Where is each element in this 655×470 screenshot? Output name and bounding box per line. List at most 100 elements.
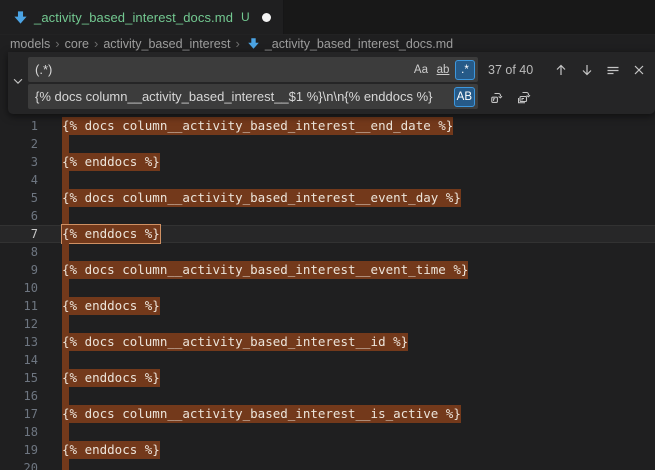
editor-line[interactable]: 4 bbox=[0, 171, 655, 189]
tab-filename: _activity_based_interest_docs.md bbox=[34, 10, 233, 25]
find-match-highlight: {% enddocs %} bbox=[62, 369, 160, 387]
replace-input[interactable]: {% docs column__activity_based_interest_… bbox=[28, 84, 478, 109]
line-number[interactable]: 6 bbox=[0, 207, 38, 225]
line-number[interactable]: 9 bbox=[0, 261, 38, 279]
whole-word-toggle[interactable]: ab bbox=[433, 60, 453, 80]
line-number[interactable]: 4 bbox=[0, 171, 38, 189]
line-content bbox=[38, 207, 69, 225]
editor-line[interactable]: 16 bbox=[0, 387, 655, 405]
tab-bar: _activity_based_interest_docs.md U bbox=[0, 0, 655, 35]
markdown-file-icon bbox=[247, 37, 260, 50]
next-match-button[interactable] bbox=[576, 59, 597, 80]
line-number[interactable]: 20 bbox=[0, 459, 38, 470]
line-number[interactable]: 7 bbox=[0, 225, 38, 243]
chevron-down-icon bbox=[11, 74, 25, 93]
line-content bbox=[38, 135, 69, 153]
find-match-highlight bbox=[62, 459, 69, 470]
editor-line[interactable]: 17 {% docs column__activity_based_interes… bbox=[0, 405, 655, 423]
find-in-selection-button[interactable] bbox=[602, 59, 623, 80]
tab-active[interactable]: _activity_based_interest_docs.md U bbox=[0, 0, 284, 34]
line-content bbox=[38, 387, 69, 405]
find-match-highlight bbox=[62, 351, 69, 369]
breadcrumb-item[interactable]: _activity_based_interest_docs.md bbox=[265, 37, 453, 51]
match-case-toggle[interactable]: Aa bbox=[411, 60, 431, 80]
line-content bbox=[38, 279, 69, 297]
line-number[interactable]: 12 bbox=[0, 315, 38, 333]
line-content: {% enddocs %} bbox=[38, 153, 160, 171]
editor-line[interactable]: 2 bbox=[0, 135, 655, 153]
line-content bbox=[38, 459, 69, 470]
line-number[interactable]: 3 bbox=[0, 153, 38, 171]
editor-line[interactable]: 11 {% enddocs %} bbox=[0, 297, 655, 315]
editor-line[interactable]: 12 bbox=[0, 315, 655, 333]
find-match-highlight bbox=[62, 135, 69, 153]
breadcrumb-separator: › bbox=[233, 36, 241, 51]
breadcrumb-separator: › bbox=[92, 36, 100, 51]
find-match-highlight: {% docs column__activity_based_interest_… bbox=[62, 405, 461, 423]
line-content bbox=[38, 351, 69, 369]
line-number[interactable]: 19 bbox=[0, 441, 38, 459]
markdown-file-icon bbox=[13, 10, 28, 25]
editor-line[interactable]: 8 bbox=[0, 243, 655, 261]
line-content: {% enddocs %} bbox=[38, 441, 160, 459]
breadcrumb-item[interactable]: models bbox=[10, 37, 50, 51]
editor-line[interactable]: 5 {% docs column__activity_based_interest… bbox=[0, 189, 655, 207]
editor-line[interactable]: 10 bbox=[0, 279, 655, 297]
line-number[interactable]: 2 bbox=[0, 135, 38, 153]
line-number[interactable]: 10 bbox=[0, 279, 38, 297]
find-match-highlight bbox=[62, 387, 69, 405]
replace-all-icon bbox=[516, 89, 532, 105]
breadcrumb-item[interactable]: core bbox=[65, 37, 89, 51]
replace-one-button[interactable] bbox=[486, 86, 507, 107]
close-icon bbox=[631, 62, 647, 78]
replace-all-button[interactable] bbox=[513, 86, 534, 107]
editor-line[interactable]: 20 bbox=[0, 459, 655, 470]
line-content bbox=[38, 315, 69, 333]
editor-line[interactable]: 13 {% docs column__activity_based_interes… bbox=[0, 333, 655, 351]
editor-line[interactable]: 1 {% docs column__activity_based_interest… bbox=[0, 117, 655, 135]
arrow-up-icon bbox=[553, 62, 569, 78]
toggle-replace-button[interactable] bbox=[8, 52, 28, 114]
find-match-highlight: {% docs column__activity_based_interest_… bbox=[62, 189, 461, 207]
find-match-highlight: {% docs column__activity_based_interest_… bbox=[62, 117, 453, 135]
line-content: {% enddocs %} bbox=[38, 297, 160, 315]
editor-line[interactable]: 19{% enddocs %} bbox=[0, 441, 655, 459]
editor-line[interactable]: 9 {% docs column__activity_based_interest… bbox=[0, 261, 655, 279]
editor-line[interactable]: 18 bbox=[0, 423, 655, 441]
find-match-highlight: {% docs column__activity_based_interest_… bbox=[62, 333, 408, 351]
line-number[interactable]: 17 bbox=[0, 405, 38, 423]
find-query: (.*) bbox=[35, 62, 407, 77]
editor-line[interactable]: 15 {% enddocs %} bbox=[0, 369, 655, 387]
line-number[interactable]: 13 bbox=[0, 333, 38, 351]
line-number[interactable]: 15 bbox=[0, 369, 38, 387]
line-number[interactable]: 18 bbox=[0, 423, 38, 441]
line-number[interactable]: 16 bbox=[0, 387, 38, 405]
breadcrumb-item[interactable]: activity_based_interest bbox=[103, 37, 230, 51]
line-number[interactable]: 14 bbox=[0, 351, 38, 369]
line-number[interactable]: 1 bbox=[0, 117, 38, 135]
editor-pane[interactable]: 1 {% docs column__activity_based_interest… bbox=[0, 52, 655, 470]
previous-match-button[interactable] bbox=[550, 59, 571, 80]
line-content bbox=[38, 171, 69, 189]
line-number[interactable]: 5 bbox=[0, 189, 38, 207]
close-find-button[interactable] bbox=[628, 59, 649, 80]
regex-toggle[interactable]: .* bbox=[455, 60, 475, 80]
line-content bbox=[38, 243, 69, 261]
replace-icon bbox=[489, 89, 505, 105]
editor-line[interactable]: 3{% enddocs %} bbox=[0, 153, 655, 171]
find-match-highlight bbox=[62, 423, 69, 441]
arrow-down-icon bbox=[579, 62, 595, 78]
find-match-highlight: {% docs column__activity_based_interest_… bbox=[62, 261, 468, 279]
find-input[interactable]: (.*) Aa ab .* bbox=[28, 57, 478, 82]
unsaved-changes-dot[interactable] bbox=[262, 13, 271, 22]
line-number[interactable]: 11 bbox=[0, 297, 38, 315]
find-match-highlight bbox=[62, 279, 69, 297]
line-number[interactable]: 8 bbox=[0, 243, 38, 261]
editor-line[interactable]: 6 bbox=[0, 207, 655, 225]
breadcrumb-separator: › bbox=[53, 36, 61, 51]
preserve-case-toggle[interactable]: AB bbox=[454, 87, 475, 107]
find-match-highlight: {% enddocs %} bbox=[62, 297, 160, 315]
line-content: {% docs column__activity_based_interest_… bbox=[38, 261, 468, 279]
editor-line[interactable]: 7{% enddocs %} bbox=[0, 225, 655, 243]
editor-line[interactable]: 14 bbox=[0, 351, 655, 369]
